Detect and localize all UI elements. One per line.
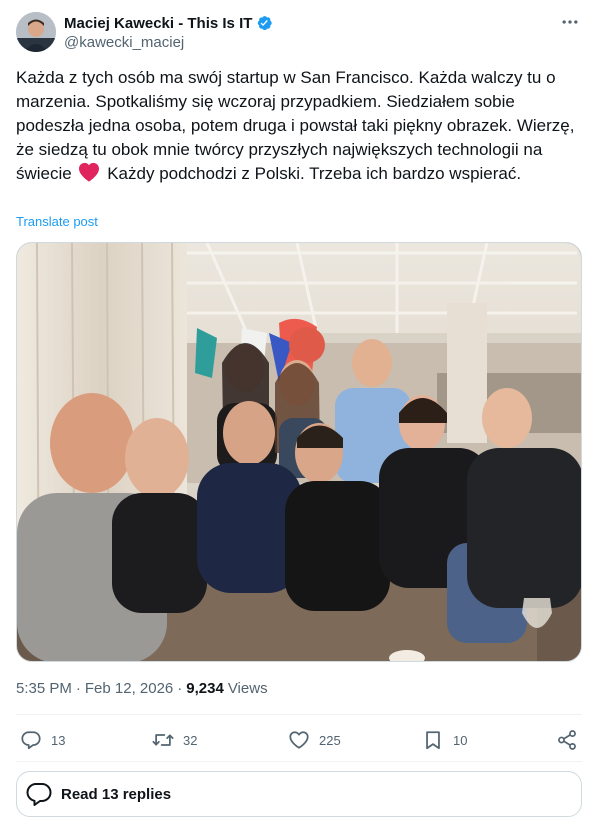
avatar[interactable] xyxy=(16,12,56,52)
action-bar: 13 32 225 10 xyxy=(16,720,582,760)
repost-icon xyxy=(152,734,174,746)
like-icon xyxy=(289,731,309,749)
post-text: Każda z tych osób ma swój startup w San … xyxy=(16,66,576,186)
post-text-part-2: Każdy podchodzi z Polski. Trzeba ich bar… xyxy=(107,164,522,183)
conversation-icon xyxy=(26,783,52,806)
read-replies-label: Read 13 replies xyxy=(61,785,172,803)
post-time[interactable]: 5:35 PM xyxy=(16,680,72,697)
bookmark-count: 10 xyxy=(453,732,468,748)
post-photo[interactable] xyxy=(16,242,582,662)
bookmark-icon xyxy=(426,731,440,750)
reply-button[interactable]: 13 xyxy=(20,720,65,760)
share-icon xyxy=(558,730,576,750)
post-header: Maciej Kawecki - This Is IT @kawecki_mac… xyxy=(16,10,582,54)
post-date[interactable]: Feb 12, 2026 xyxy=(85,680,173,697)
meta-separator: · xyxy=(177,680,183,697)
red-heart-icon xyxy=(79,162,100,182)
reply-count: 13 xyxy=(51,732,66,748)
translate-post-link[interactable]: Translate post xyxy=(16,214,98,229)
more-icon[interactable] xyxy=(558,10,582,34)
divider xyxy=(16,714,582,715)
like-count: 225 xyxy=(319,732,341,748)
reply-icon xyxy=(21,731,41,750)
author-display-name[interactable]: Maciej Kawecki - This Is IT xyxy=(64,15,252,32)
bookmark-button[interactable]: 10 xyxy=(422,720,467,760)
views-label: Views xyxy=(227,680,268,697)
verified-badge-icon xyxy=(258,16,273,31)
read-replies-button[interactable]: Read 13 replies xyxy=(16,771,582,817)
author-handle[interactable]: @kawecki_maciej xyxy=(64,34,273,51)
repost-button[interactable]: 32 xyxy=(152,720,197,760)
author-names: Maciej Kawecki - This Is IT @kawecki_mac… xyxy=(64,13,273,51)
repost-count: 32 xyxy=(183,732,198,748)
share-button[interactable] xyxy=(556,720,587,760)
post-meta: 5:35 PM · Feb 12, 2026 · 9,234 Views xyxy=(16,680,268,697)
group-photo-image xyxy=(17,243,581,661)
like-button[interactable]: 225 xyxy=(288,720,341,760)
views-count: 9,234 xyxy=(186,680,224,697)
divider xyxy=(16,761,582,762)
meta-separator: · xyxy=(75,680,81,697)
